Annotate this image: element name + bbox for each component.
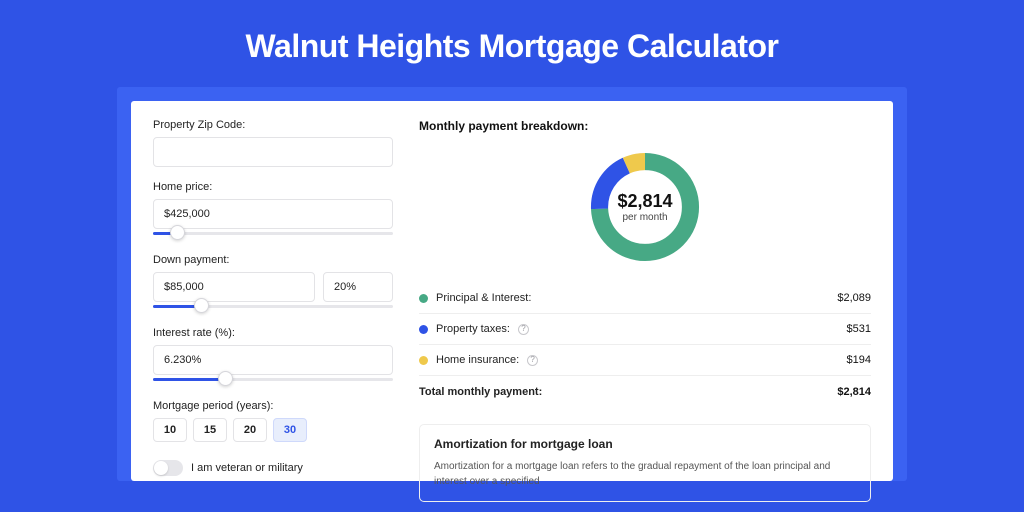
legend-dot (419, 325, 428, 334)
breakdown-row: Principal & Interest: $2,089 (419, 283, 871, 314)
interest-field-group: Interest rate (%): (153, 327, 393, 386)
home-price-label: Home price: (153, 181, 393, 193)
breakdown-value: $531 (847, 323, 871, 335)
breakdown-label: Home insurance: (436, 354, 519, 366)
content-inset: Property Zip Code: Home price: Down paym… (117, 87, 907, 481)
breakdown-rows: Principal & Interest: $2,089 Property taxe… (419, 283, 871, 376)
donut-center: $2,814 per month (585, 147, 705, 267)
total-value: $2,814 (837, 386, 871, 398)
period-button-10[interactable]: 10 (153, 418, 187, 442)
calculator-card: Property Zip Code: Home price: Down paym… (131, 101, 893, 481)
interest-input[interactable] (153, 345, 393, 375)
period-button-15[interactable]: 15 (193, 418, 227, 442)
breakdown-total-row: Total monthly payment: $2,814 (419, 376, 871, 408)
slider-thumb[interactable] (218, 371, 233, 386)
toggle-knob (154, 461, 168, 475)
info-icon[interactable]: ? (518, 324, 529, 335)
slider-track (153, 232, 393, 235)
interest-label: Interest rate (%): (153, 327, 393, 339)
interest-slider[interactable] (153, 374, 393, 386)
breakdown-label: Principal & Interest: (436, 292, 531, 304)
total-label: Total monthly payment: (419, 386, 542, 398)
zip-label: Property Zip Code: (153, 119, 393, 131)
page-title: Walnut Heights Mortgage Calculator (0, 0, 1024, 87)
veteran-row: I am veteran or military (153, 460, 393, 476)
breakdown-row: Home insurance:? $194 (419, 345, 871, 376)
slider-thumb[interactable] (170, 225, 185, 240)
period-field-group: Mortgage period (years): 10152030 (153, 400, 393, 442)
home-price-field-group: Home price: (153, 181, 393, 240)
veteran-label: I am veteran or military (191, 462, 303, 474)
down-payment-label: Down payment: (153, 254, 393, 266)
period-buttons: 10152030 (153, 418, 393, 442)
home-price-input[interactable] (153, 199, 393, 229)
breakdown-column: Monthly payment breakdown: $2,814 per mo… (419, 119, 871, 481)
zip-input[interactable] (153, 137, 393, 167)
breakdown-value: $2,089 (837, 292, 871, 304)
breakdown-value: $194 (847, 354, 871, 366)
donut-chart: $2,814 per month (585, 147, 705, 267)
amortization-card: Amortization for mortgage loan Amortizat… (419, 424, 871, 502)
inputs-column: Property Zip Code: Home price: Down paym… (153, 119, 393, 481)
breakdown-heading: Monthly payment breakdown: (419, 119, 871, 133)
period-button-20[interactable]: 20 (233, 418, 267, 442)
slider-thumb[interactable] (194, 298, 209, 313)
period-label: Mortgage period (years): (153, 400, 393, 412)
period-button-30[interactable]: 30 (273, 418, 307, 442)
amortization-text: Amortization for a mortgage loan refers … (434, 459, 856, 489)
slider-fill (153, 378, 225, 381)
donut-wrap: $2,814 per month (419, 133, 871, 283)
amortization-title: Amortization for mortgage loan (434, 437, 856, 451)
down-payment-input[interactable] (153, 272, 315, 302)
donut-amount: $2,814 (617, 191, 672, 212)
home-price-slider[interactable] (153, 228, 393, 240)
legend-dot (419, 356, 428, 365)
donut-sub: per month (622, 212, 667, 223)
veteran-toggle[interactable] (153, 460, 183, 476)
info-icon[interactable]: ? (527, 355, 538, 366)
breakdown-label: Property taxes: (436, 323, 510, 335)
legend-dot (419, 294, 428, 303)
zip-field-group: Property Zip Code: (153, 119, 393, 167)
down-payment-slider[interactable] (153, 301, 393, 313)
down-payment-field-group: Down payment: (153, 254, 393, 313)
breakdown-row: Property taxes:? $531 (419, 314, 871, 345)
down-payment-pct-input[interactable] (323, 272, 393, 302)
